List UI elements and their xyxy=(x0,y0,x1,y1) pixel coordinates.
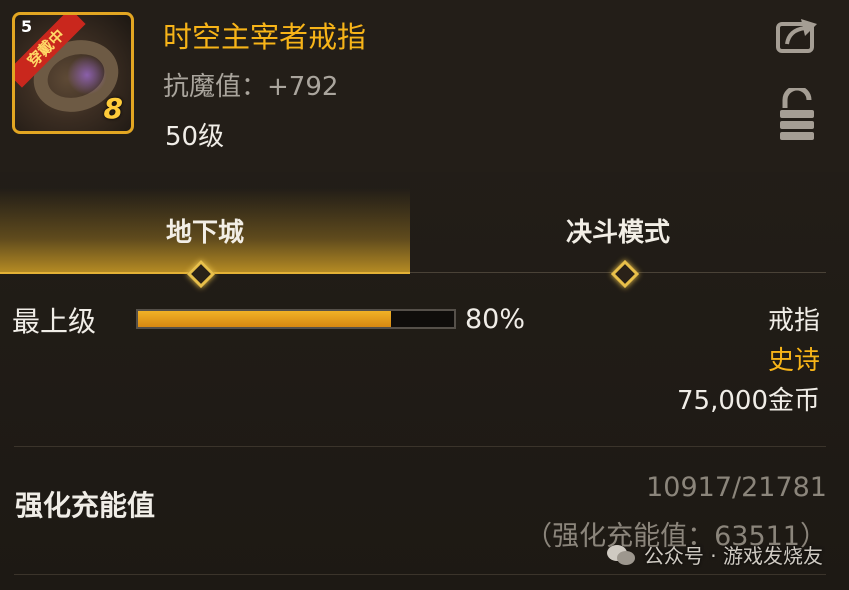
lock-icon[interactable] xyxy=(777,88,817,140)
rank-progress-bar xyxy=(136,309,456,329)
ring-glow xyxy=(67,55,107,95)
item-detail-panel: 5 穿戴中 8 时空主宰者戒指 抗魔值：+792 50级 地下城 决斗模式 最上… xyxy=(0,0,849,590)
watermark-text: 公众号 · 游戏发烧友 xyxy=(643,544,823,568)
share-icon[interactable] xyxy=(775,14,821,54)
enhance-level-badge: 8 xyxy=(103,92,123,125)
item-stat: 抗魔值：+792 xyxy=(163,72,339,102)
item-level: 50级 xyxy=(165,122,225,152)
tab-duel-mode[interactable]: 决斗模式 xyxy=(410,188,826,273)
tab-duel-mode-label: 决斗模式 xyxy=(565,217,670,248)
item-price: 75,000金币 xyxy=(677,386,820,416)
charge-ratio: 10917/21781 xyxy=(646,472,827,503)
tab-dungeon[interactable]: 地下城 xyxy=(0,188,410,274)
tab-dungeon-label: 地下城 xyxy=(165,217,244,248)
ring-item-icon[interactable]: 5 穿戴中 8 xyxy=(12,12,134,134)
watermark: 公众号 · 游戏发烧友 xyxy=(606,540,823,569)
item-name: 时空主宰者戒指 xyxy=(163,20,367,54)
rank-label: 最上级 xyxy=(12,305,97,338)
bottom-divider xyxy=(14,574,826,575)
item-type: 戒指 xyxy=(767,306,820,336)
mode-tabs: 地下城 决斗模式 xyxy=(0,188,849,289)
wechat-icon xyxy=(606,544,635,565)
icon-level-number: 5 xyxy=(21,17,33,36)
section-divider xyxy=(14,446,826,447)
item-grade: 史诗 xyxy=(767,346,820,376)
rank-progress-text: 80% xyxy=(465,304,526,335)
charge-label: 强化充能值 xyxy=(15,489,156,522)
item-header: 5 穿戴中 8 时空主宰者戒指 抗魔值：+792 50级 xyxy=(0,0,849,172)
rank-progress-fill xyxy=(138,311,391,327)
